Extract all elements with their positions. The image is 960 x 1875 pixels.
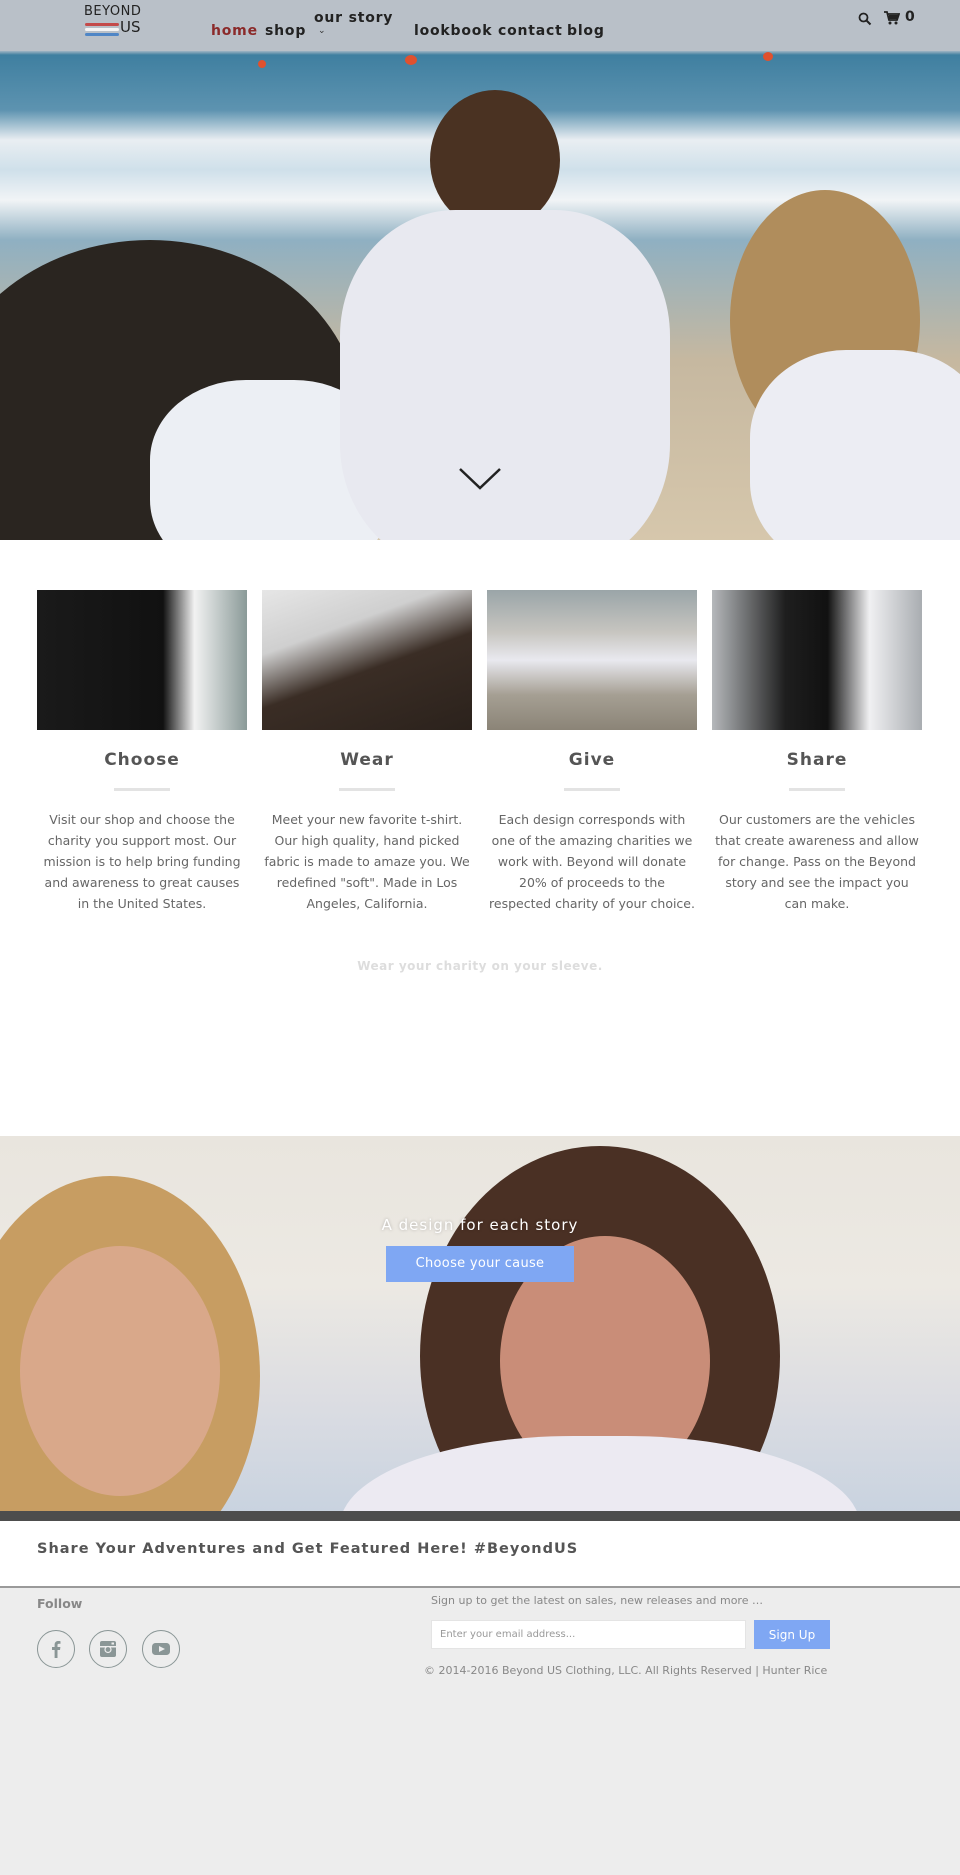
follow-label: Follow <box>37 1596 83 1611</box>
features-section: Choose Visit our shop and choose the cha… <box>0 540 960 1136</box>
banner-person-left-face <box>20 1246 220 1496</box>
youtube-icon <box>152 1643 170 1655</box>
sign-up-button[interactable]: Sign Up <box>754 1620 830 1649</box>
instagram-section: Share Your Adventures and Get Featured H… <box>0 1521 960 1588</box>
feature-give: Give Each design corresponds with one of… <box>487 590 697 914</box>
divider <box>789 788 845 791</box>
search-icon[interactable] <box>858 12 872 26</box>
feature-title: Wear <box>340 750 394 770</box>
nav-shop[interactable]: shop <box>265 23 306 39</box>
footer: Follow Sign up to get the latest on sale… <box>0 1589 960 1875</box>
feature-text: Each design corresponds with one of the … <box>489 812 695 911</box>
buoy <box>258 60 266 68</box>
nav-contact[interactable]: contact <box>498 23 563 39</box>
facebook-icon <box>52 1641 61 1658</box>
instagram-link[interactable] <box>89 1630 127 1668</box>
feature-share: Share Our customers are the vehicles tha… <box>712 590 922 914</box>
logo-stripe-blue <box>85 33 119 36</box>
hero-person-center-head <box>430 90 560 230</box>
instagram-icon <box>100 1641 116 1657</box>
section-divider-bar <box>0 1511 960 1521</box>
feature-title: Give <box>568 750 616 770</box>
buoy <box>405 55 417 65</box>
cart-count[interactable]: 0 <box>905 9 915 25</box>
chevron-down-icon[interactable]: ⌄ <box>318 26 326 36</box>
feature-title: Choose <box>104 750 180 770</box>
nav-blog[interactable]: blog <box>567 23 605 39</box>
banner-title: A design for each story <box>381 1216 579 1234</box>
youtube-link[interactable] <box>142 1630 180 1668</box>
buoy <box>763 52 773 61</box>
feature-text: Meet your new favorite t-shirt. Our high… <box>264 812 470 911</box>
hero-image: BEYOND US home shop our story ⌄ lookbook… <box>0 0 960 540</box>
nav-home[interactable]: home <box>211 23 258 39</box>
scroll-down-chevron-icon[interactable] <box>458 466 502 492</box>
feature-text: Visit our shop and choose the charity yo… <box>43 812 241 911</box>
signup-description: Sign up to get the latest on sales, new … <box>431 1594 763 1607</box>
logo[interactable]: BEYOND US <box>84 4 148 40</box>
hero-person-center-shirt <box>340 210 670 540</box>
feature-image-give <box>487 590 697 730</box>
banner-shirt <box>340 1436 860 1511</box>
divider <box>339 788 395 791</box>
divider <box>114 788 170 791</box>
feature-wear: Wear Meet your new favorite t-shirt. Our… <box>262 590 472 914</box>
nav-lookbook[interactable]: lookbook <box>414 23 492 39</box>
divider <box>564 788 620 791</box>
copyright: © 2014-2016 Beyond US Clothing, LLC. All… <box>424 1664 828 1677</box>
cart-icon[interactable] <box>884 11 900 25</box>
logo-text-top: BEYOND <box>84 4 142 19</box>
logo-stripe-white <box>85 28 119 31</box>
email-input[interactable] <box>431 1620 746 1649</box>
choose-cause-button[interactable]: Choose your cause <box>386 1246 574 1282</box>
feature-choose: Choose Visit our shop and choose the cha… <box>37 590 247 914</box>
feature-image-share <box>712 590 922 730</box>
feature-image-wear <box>262 590 472 730</box>
logo-text-bottom: US <box>120 18 141 36</box>
cause-banner: A design for each story Choose your caus… <box>0 1136 960 1511</box>
feature-title: Share <box>786 750 848 770</box>
tagline: Wear your charity on your sleeve. <box>357 959 603 973</box>
feature-image-choose <box>37 590 247 730</box>
facebook-link[interactable] <box>37 1630 75 1668</box>
nav-our-story[interactable]: our story <box>314 10 393 26</box>
logo-stripe-red <box>85 23 119 26</box>
navbar: BEYOND US home shop our story ⌄ lookbook… <box>0 0 960 51</box>
hero-person-right-shirt <box>750 350 960 540</box>
feature-text: Our customers are the vehicles that crea… <box>715 812 919 911</box>
instagram-heading: Share Your Adventures and Get Featured H… <box>37 1541 579 1557</box>
